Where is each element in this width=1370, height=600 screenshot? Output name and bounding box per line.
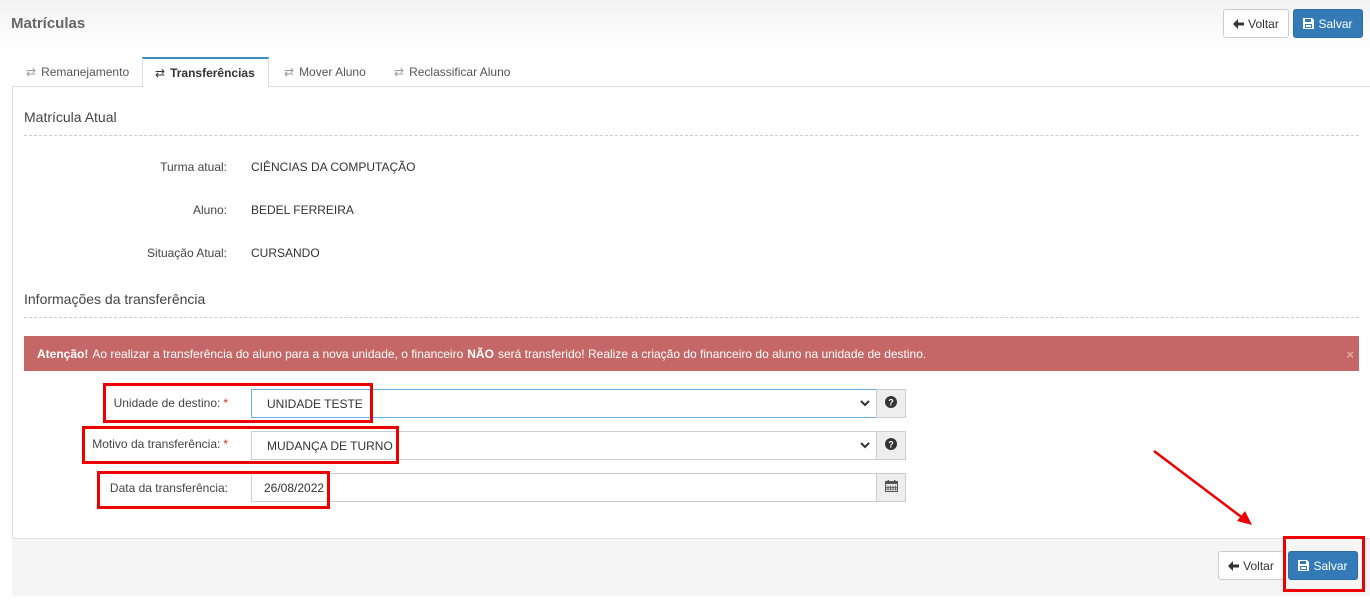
tab-remanejamento[interactable]: ⇄ Remanejamento	[14, 57, 141, 87]
label-current-class: Turma atual:	[160, 160, 227, 174]
top-bar	[0, 0, 1370, 50]
value-current-status: CURSANDO	[251, 246, 320, 260]
chevron-down-icon	[859, 439, 871, 454]
back-button[interactable]: Voltar	[1223, 9, 1289, 38]
close-icon[interactable]: ×	[1346, 347, 1354, 362]
warning-alert: Atenção! Ao realizar a transferência do …	[24, 336, 1359, 371]
calendar-icon	[884, 480, 898, 495]
floppy-disk-icon	[1303, 18, 1315, 29]
tab-mover-aluno[interactable]: ⇄ Mover Aluno	[272, 57, 378, 87]
footer-back-button[interactable]: Voltar	[1218, 551, 1284, 580]
save-button-label: Salvar	[1313, 558, 1348, 573]
alert-strong: Atenção!	[37, 346, 89, 361]
tab-label: Reclassificar Aluno	[409, 65, 511, 79]
transfer-date-value: 26/08/2022	[264, 480, 325, 495]
destination-unit-select[interactable]: UNIDADE TESTE	[251, 389, 877, 418]
transfer-reason-select[interactable]: MUDANÇA DE TURNO	[251, 431, 877, 460]
calendar-button[interactable]	[876, 473, 906, 502]
back-button-label: Voltar	[1243, 558, 1274, 573]
help-button-destination[interactable]: ?	[876, 389, 906, 418]
exchange-icon: ⇄	[284, 65, 295, 79]
alert-text-before: Ao realizar a transferência do aluno par…	[92, 346, 464, 361]
tab-label: Remanejamento	[41, 65, 130, 79]
footer-save-button[interactable]: Salvar	[1288, 551, 1358, 580]
arrow-left-icon	[1233, 18, 1245, 29]
tab-bar: ⇄ Remanejamento ⇄ Transferências ⇄ Mover…	[12, 57, 1370, 88]
label-current-status: Situação Atual:	[146, 246, 227, 260]
question-circle-icon: ?	[885, 438, 897, 453]
save-button-label: Salvar	[1318, 16, 1353, 31]
destination-unit-value: UNIDADE TESTE	[267, 396, 363, 411]
tab-reclassificar-aluno[interactable]: ⇄ Reclassificar Aluno	[382, 57, 522, 87]
chevron-down-icon	[859, 397, 871, 412]
alert-text-after: será transferido! Realize a criação do f…	[497, 346, 927, 361]
value-current-class: CIÊNCIAS DA COMPUTAÇÃO	[251, 160, 416, 174]
section-title-current-enrollment: Matrícula Atual	[24, 109, 117, 125]
tab-label: Mover Aluno	[299, 65, 366, 79]
exchange-icon: ⇄	[394, 65, 405, 79]
svg-text:?: ?	[888, 439, 894, 449]
label-transfer-reason: Motivo da transferência: *	[92, 437, 228, 451]
transfer-date-input[interactable]: 26/08/2022	[251, 473, 877, 502]
form-footer	[12, 538, 1370, 596]
tab-label: Transferências	[170, 66, 255, 80]
divider	[24, 135, 1359, 136]
svg-text:?: ?	[888, 397, 894, 407]
exchange-icon: ⇄	[155, 66, 166, 80]
label-destination-unit: Unidade de destino: *	[113, 396, 228, 410]
value-student: BEDEL FERREIRA	[251, 203, 354, 217]
floppy-disk-icon	[1298, 560, 1310, 571]
alert-emphasis: NÃO	[467, 346, 494, 361]
tab-transferencias[interactable]: ⇄ Transferências	[142, 57, 269, 88]
arrow-left-icon	[1228, 560, 1240, 571]
divider	[24, 317, 1359, 318]
back-button-label: Voltar	[1248, 16, 1279, 31]
page-title: Matrículas	[11, 15, 86, 32]
exchange-icon: ⇄	[26, 65, 37, 79]
label-transfer-date: Data da transferência:	[109, 481, 228, 495]
annotation-arrow	[1153, 450, 1252, 525]
transfer-reason-value: MUDANÇA DE TURNO	[267, 438, 393, 453]
save-button[interactable]: Salvar	[1293, 9, 1363, 38]
label-student: Aluno:	[192, 203, 227, 217]
section-title-transfer-info: Informações da transferência	[24, 291, 206, 307]
help-button-reason[interactable]: ?	[876, 431, 906, 460]
question-circle-icon: ?	[885, 396, 897, 411]
